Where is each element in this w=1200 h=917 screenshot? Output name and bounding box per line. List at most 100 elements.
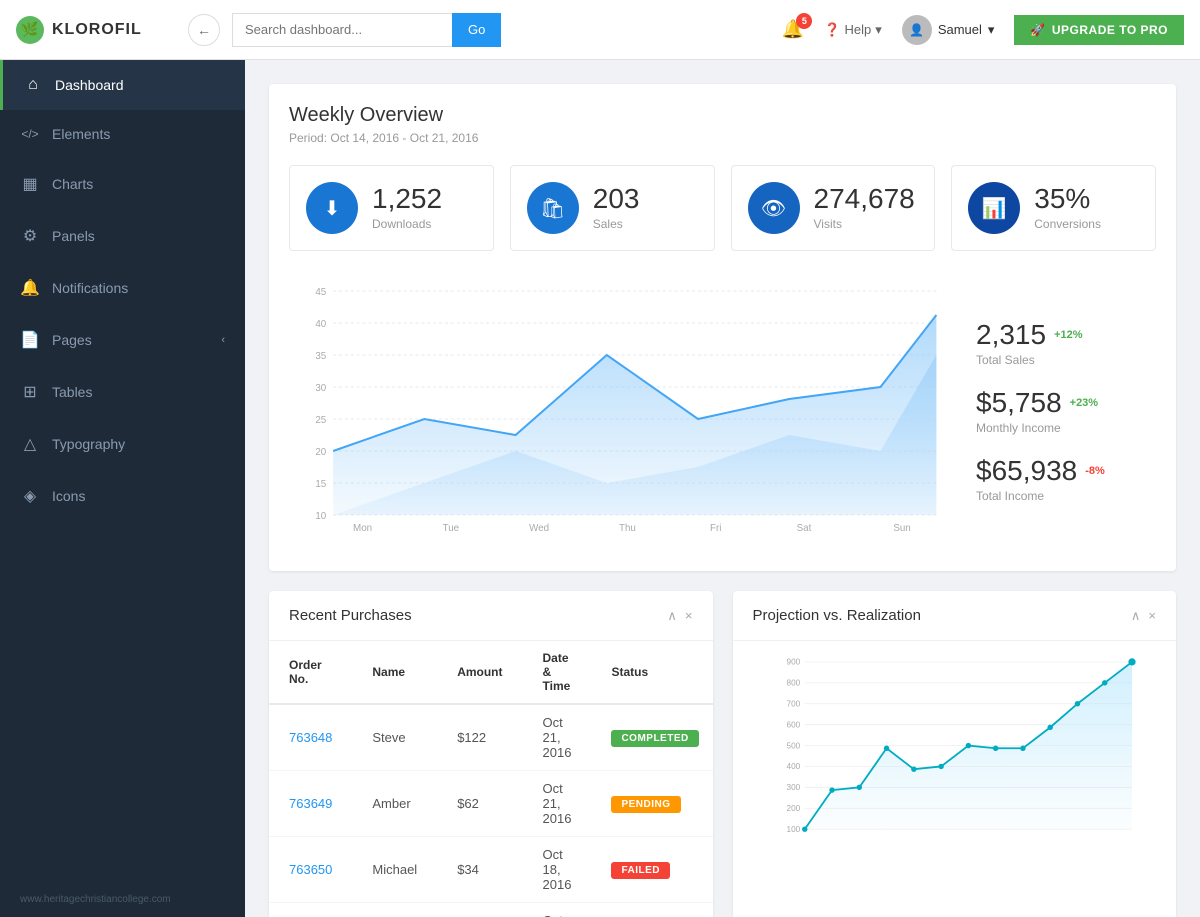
svg-text:400: 400 [786,762,800,771]
svg-text:200: 200 [786,804,800,813]
user-menu[interactable]: 👤 Samuel ▾ [902,15,995,45]
status-badge: COMPLETED [591,704,712,771]
collapse-icon[interactable]: ∧ [667,608,677,624]
stat-card-conversions: 📊 35% Conversions [951,165,1156,251]
stat-info: 35% Conversions [1034,185,1101,231]
help-button[interactable]: ❓ Help ▾ [824,22,881,38]
amount: $122 [437,704,522,771]
logo-icon: 🌿 [16,16,44,44]
sidebar-footer: www.heritagechristiancollege.com [0,882,245,917]
logo-text: KLOROFIL [52,21,142,39]
chart-icon: ▦ [20,174,40,194]
svg-text:Wed: Wed [529,523,549,531]
customer-name: Roger [352,903,437,917]
sidebar-item-label: Dashboard [55,77,225,93]
amount: $34 [437,837,522,903]
sidebar-item-pages[interactable]: 📄 Pages ‹ [0,314,245,366]
sidebar-item-label: Elements [52,126,225,142]
chart-row: 45 40 35 30 25 20 15 10 [289,271,1156,551]
col-date: Date & Time [523,641,592,704]
home-icon: ⌂ [23,76,43,94]
help-circle-icon: ❓ [824,22,840,38]
svg-text:Sat: Sat [797,523,812,531]
notifications-button[interactable]: 🔔 5 [782,19,804,40]
card-actions: ∧ × [667,608,692,624]
total-income-value: $65,938 [976,455,1077,487]
svg-text:Fri: Fri [710,523,721,531]
close-icon[interactable]: × [685,608,693,624]
order-number[interactable]: 763650 [269,837,352,903]
icons-icon: ◈ [20,486,40,506]
sales-label: Sales [593,217,640,231]
upgrade-label: UPGRADE TO PRO [1052,23,1168,37]
upgrade-button[interactable]: 🚀 UPGRADE TO PRO [1014,15,1184,45]
projection-chart-container: 900 800 700 600 500 400 300 200 100 [733,641,1177,866]
table-row: 763650 Michael $34 Oct 18, 2016 FAILED [269,837,713,903]
sidebar-item-panels[interactable]: ⚙ Panels [0,210,245,262]
collapse-icon[interactable]: ∧ [1131,608,1141,624]
close-icon[interactable]: × [1148,608,1156,624]
table-row: 763651 Roger $186 Oct 17, 2016 SUCCESS [269,903,713,917]
purchases-table: Order No. Name Amount Date & Time Status… [269,641,713,917]
total-sales-stat: 2,315 +12% Total Sales [976,319,1156,367]
search-area: Go [232,13,501,47]
visits-label: Visits [814,217,915,231]
sidebar: ⌂ Dashboard </> Elements ▦ Charts ⚙ Pane… [0,60,245,917]
table-row: 763649 Amber $62 Oct 21, 2016 PENDING [269,771,713,837]
bell-icon: 🔔 [20,278,40,298]
projection-card: Projection vs. Realization ∧ × [733,591,1177,917]
bottom-row: Recent Purchases ∧ × Order No. Name Amou… [269,591,1176,917]
total-sales-trend: +12% [1054,329,1082,341]
col-order: Order No. [269,641,352,704]
date-time: Oct 18, 2016 [523,837,592,903]
svg-text:25: 25 [315,415,326,426]
sidebar-item-charts[interactable]: ▦ Charts [0,158,245,210]
order-number[interactable]: 763651 [269,903,352,917]
svg-text:35: 35 [315,351,326,362]
svg-text:Mon: Mon [353,523,372,531]
monthly-income-value: $5,758 [976,387,1062,419]
date-time: Oct 21, 2016 [523,704,592,771]
visits-value: 274,678 [814,185,915,213]
svg-text:100: 100 [786,825,800,834]
svg-text:Sun: Sun [893,523,910,531]
svg-text:300: 300 [786,783,800,792]
chevron-down-icon: ▾ [875,22,882,38]
chart-stats: 2,315 +12% Total Sales $5,758 +23% Month… [956,271,1156,551]
sidebar-item-notifications[interactable]: 🔔 Notifications [0,262,245,314]
back-button[interactable]: ← [188,14,220,46]
sidebar-item-elements[interactable]: </> Elements [0,110,245,158]
search-input[interactable] [232,13,452,47]
sidebar-item-typography[interactable]: △ Typography [0,418,245,470]
status-badge: SUCCESS [591,903,712,917]
chart-area: 45 40 35 30 25 20 15 10 [289,271,956,551]
sidebar-item-icons[interactable]: ◈ Icons [0,470,245,522]
sidebar-item-dashboard[interactable]: ⌂ Dashboard [0,60,245,110]
conversions-value: 35% [1034,185,1101,213]
weekly-overview-period: Period: Oct 14, 2016 - Oct 21, 2016 [289,131,1156,145]
recent-purchases-title: Recent Purchases [289,607,412,624]
search-button[interactable]: Go [452,13,501,47]
recent-purchases-header: Recent Purchases ∧ × [269,591,713,641]
table-icon: ⊞ [20,382,40,402]
svg-text:700: 700 [786,699,800,708]
sidebar-item-label: Icons [52,488,225,504]
stat-info: 274,678 Visits [814,185,915,231]
sidebar-item-tables[interactable]: ⊞ Tables [0,366,245,418]
projection-actions: ∧ × [1131,608,1156,624]
conversions-icon: 📊 [968,182,1020,234]
footer-text: www.heritagechristiancollege.com [20,894,171,905]
svg-text:500: 500 [786,741,800,750]
avatar: 👤 [902,15,932,45]
sidebar-item-label: Notifications [52,280,225,296]
svg-text:20: 20 [315,447,326,458]
stat-card-visits: 👁 274,678 Visits [731,165,936,251]
monthly-income-stat: $5,758 +23% Monthly Income [976,387,1156,435]
total-income-stat: $65,938 -8% Total Income [976,455,1156,503]
status-badge: PENDING [591,771,712,837]
customer-name: Michael [352,837,437,903]
main-content: Weekly Overview Period: Oct 14, 2016 - O… [245,60,1200,917]
code-icon: </> [20,127,40,141]
order-number[interactable]: 763648 [269,704,352,771]
order-number[interactable]: 763649 [269,771,352,837]
